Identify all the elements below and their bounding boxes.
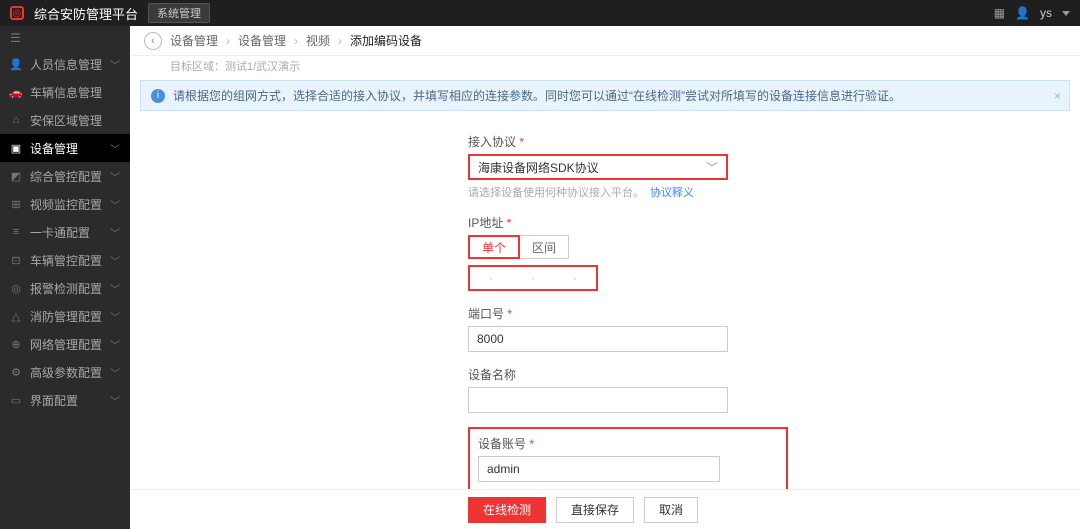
sidebar-item-ui[interactable]: ▭界面配置﹀	[0, 386, 130, 414]
account-input[interactable]	[478, 456, 720, 482]
ip-input[interactable]: ···	[468, 265, 598, 291]
label-protocol: 接入协议	[468, 133, 788, 150]
chevron-down-icon: ﹀	[706, 159, 718, 176]
card-icon: ≡	[10, 226, 22, 238]
sidebar: ☰ 👤人员信息管理﹀ 🚗车辆信息管理 ⌂安保区域管理 ▣设备管理﹀ ◩综合管控配…	[0, 26, 130, 529]
chevron-down-icon: ﹀	[110, 337, 120, 352]
sidebar-item-advanced[interactable]: ⚙高级参数配置﹀	[0, 358, 130, 386]
person-icon: 👤	[10, 58, 22, 70]
sidebar-item-card[interactable]: ≡一卡通配置﹀	[0, 218, 130, 246]
sidebar-item-vehicle-ctrl[interactable]: ⊡车辆管控配置﹀	[0, 246, 130, 274]
chevron-down-icon: ﹀	[110, 225, 120, 240]
sidebar-item-person[interactable]: 👤人员信息管理﹀	[0, 50, 130, 78]
protocol-hint: 请选择设备使用何种协议接入平台。协议释义	[468, 184, 788, 200]
sidebar-item-video[interactable]: ⊞视频监控配置﹀	[0, 190, 130, 218]
chevron-down-icon: ﹀	[110, 365, 120, 380]
user-name[interactable]: ys	[1040, 6, 1052, 20]
info-icon: i	[151, 89, 165, 103]
sidebar-item-device[interactable]: ▣设备管理﹀	[0, 134, 130, 162]
save-button[interactable]: 直接保存	[556, 497, 634, 523]
ip-mode-single[interactable]: 单个	[468, 235, 520, 259]
crumb-current: 添加编码设备	[350, 32, 422, 49]
logo-icon: ◎	[10, 6, 24, 20]
grid-icon: ◩	[10, 170, 22, 182]
net-icon: ⊕	[10, 338, 22, 350]
home-icon: ⌂	[10, 114, 22, 126]
chevron-down-icon: ﹀	[110, 197, 120, 212]
back-button[interactable]: ‹	[144, 32, 162, 50]
label-name: 设备名称	[468, 366, 788, 383]
video-icon: ⊞	[10, 198, 22, 210]
sidebar-item-alarm[interactable]: ◎报警检测配置﹀	[0, 274, 130, 302]
alert-text: 请根据您的组网方式，选择合适的接入协议，并填写相应的连接参数。同时您可以通过“在…	[173, 87, 901, 104]
breadcrumb: ‹ 设备管理› 设备管理› 视频› 添加编码设备	[130, 26, 1080, 56]
device-name-input[interactable]	[468, 387, 728, 413]
chevron-down-icon: ﹀	[110, 169, 120, 184]
chevron-down-icon: ﹀	[110, 253, 120, 268]
crumb-2[interactable]: 设备管理	[238, 32, 286, 49]
brand-title: 综合安防管理平台	[34, 4, 138, 23]
module-tag[interactable]: 系统管理	[148, 3, 210, 23]
chevron-down-icon: ﹀	[110, 281, 120, 296]
ip-mode-range[interactable]: 区间	[520, 235, 569, 259]
sidebar-item-security-zone[interactable]: ⌂安保区域管理	[0, 106, 130, 134]
grid-icon[interactable]: ▦	[994, 6, 1005, 20]
chevron-down-icon[interactable]	[1062, 11, 1070, 16]
port-input[interactable]	[468, 326, 728, 352]
top-bar: ◎ 综合安防管理平台 系统管理 ▦ 👤 ys	[0, 0, 1080, 26]
user-icon[interactable]: 👤	[1015, 6, 1030, 20]
credentials-highlight: 设备账号 登录密码	[468, 427, 788, 489]
alarm-icon: ◎	[10, 282, 22, 294]
device-icon: ▣	[10, 142, 22, 154]
footer-actions: 在线检测 直接保存 取消	[130, 489, 1080, 529]
protocol-help-link[interactable]: 协议释义	[650, 187, 694, 199]
chevron-down-icon: ﹀	[110, 141, 120, 156]
sidebar-item-integrated[interactable]: ◩综合管控配置﹀	[0, 162, 130, 190]
car2-icon: ⊡	[10, 254, 22, 266]
chevron-down-icon: ﹀	[110, 393, 120, 408]
sidebar-item-vehicle[interactable]: 🚗车辆信息管理	[0, 78, 130, 106]
crumb-3[interactable]: 视频	[306, 32, 330, 49]
close-icon[interactable]: ×	[1054, 89, 1061, 103]
car-icon: 🚗	[10, 86, 22, 98]
chevron-down-icon: ﹀	[110, 57, 120, 72]
chevron-down-icon: ﹀	[110, 309, 120, 324]
info-alert: i 请根据您的组网方式，选择合适的接入协议，并填写相应的连接参数。同时您可以通过…	[140, 80, 1070, 111]
label-ip: IP地址	[468, 214, 788, 231]
sidebar-item-fire[interactable]: △消防管理配置﹀	[0, 302, 130, 330]
ui-icon: ▭	[10, 394, 22, 406]
main-panel: ‹ 设备管理› 设备管理› 视频› 添加编码设备 目标区域：测试1/武汉演示 i…	[130, 26, 1080, 529]
sidebar-item-network[interactable]: ⊕网络管理配置﹀	[0, 330, 130, 358]
label-port: 端口号	[468, 305, 788, 322]
protocol-select[interactable]: 海康设备网络SDK协议 ﹀	[468, 154, 728, 180]
fire-icon: △	[10, 310, 22, 322]
online-check-button[interactable]: 在线检测	[468, 497, 546, 523]
crumb-1[interactable]: 设备管理	[170, 32, 218, 49]
cancel-button[interactable]: 取消	[644, 497, 698, 523]
label-account: 设备账号	[478, 435, 778, 452]
target-zone: 目标区域：测试1/武汉演示	[130, 56, 1080, 80]
sidebar-toggle[interactable]: ☰	[0, 26, 130, 50]
gear-icon: ⚙	[10, 366, 22, 378]
